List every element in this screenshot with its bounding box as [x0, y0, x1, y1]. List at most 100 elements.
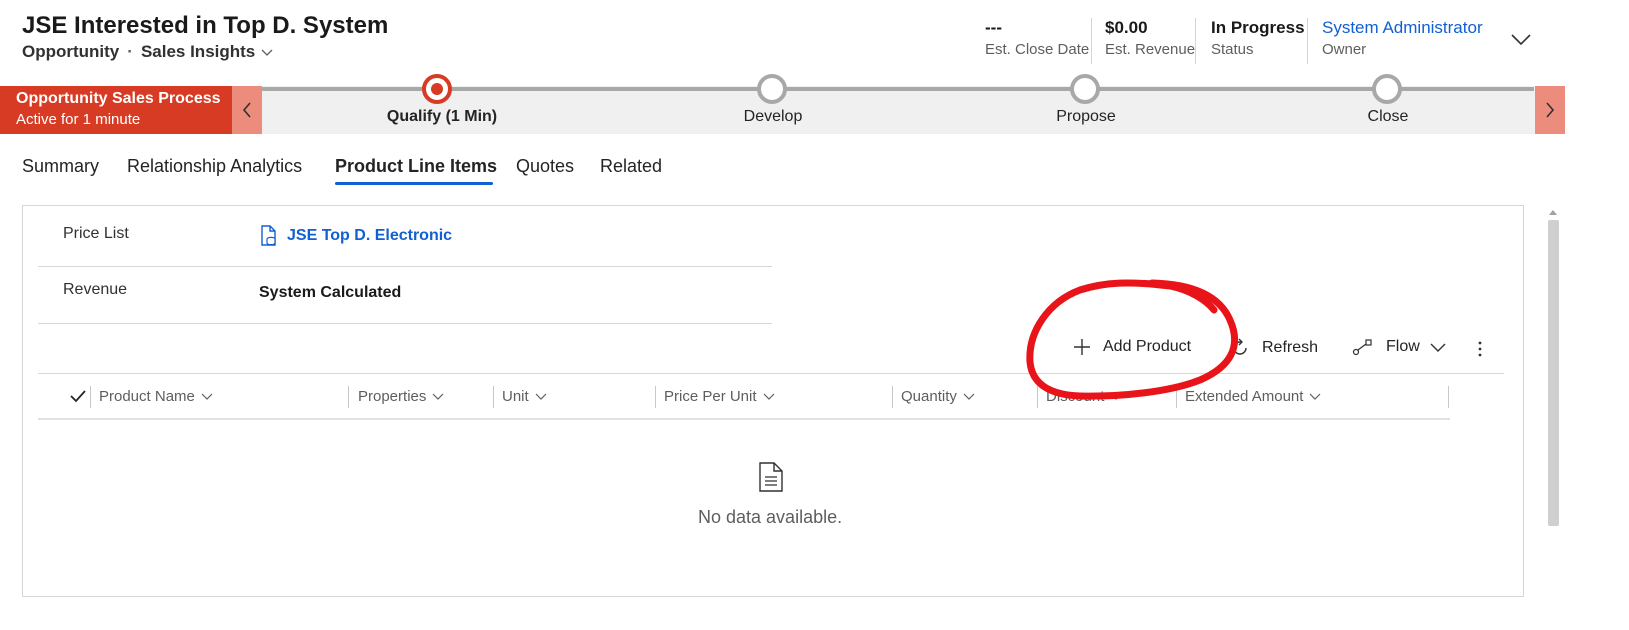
chevron-down-icon: [1309, 393, 1321, 400]
chevron-down-icon: [535, 393, 547, 400]
stage-qualify-label[interactable]: Qualify (1 Min): [387, 108, 497, 126]
bpf-progress-line: [262, 87, 1534, 91]
header-field-status: In Progress Status: [1211, 18, 1305, 58]
column-divider[interactable]: [493, 386, 494, 408]
price-list-lookup[interactable]: JSE Top D. Electronic: [259, 225, 452, 247]
column-header-extended-amount[interactable]: Extended Amount: [1185, 388, 1321, 405]
chevron-right-icon: [1546, 102, 1555, 118]
stage-propose-indicator[interactable]: [1070, 74, 1100, 104]
chevron-down-icon: [1110, 393, 1122, 400]
expand-header-chevron-icon[interactable]: [1510, 30, 1532, 48]
column-label: Quantity: [901, 388, 957, 405]
column-label: Product Name: [99, 388, 195, 405]
tab-related[interactable]: Related: [600, 156, 662, 177]
revenue-field-label: Revenue: [63, 281, 128, 298]
field-divider: [38, 323, 772, 324]
column-divider[interactable]: [892, 386, 893, 408]
bpf-process-flag[interactable]: Opportunity Sales Process Active for 1 m…: [0, 86, 232, 134]
column-label: Price Per Unit: [664, 388, 757, 405]
price-list-label: Price List: [63, 225, 129, 242]
column-label: Unit: [502, 388, 529, 405]
header-field-owner: System Administrator Owner: [1322, 18, 1483, 58]
record-subtitle: Opportunity · Sales Insights: [22, 42, 273, 62]
chevron-down-icon: [963, 393, 975, 400]
chevron-left-icon: [242, 102, 251, 118]
column-header-unit[interactable]: Unit: [502, 388, 547, 405]
column-divider[interactable]: [1037, 386, 1038, 408]
price-list-record-icon: [261, 225, 276, 246]
refresh-label: Refresh: [1262, 339, 1319, 356]
column-divider: [90, 386, 91, 408]
refresh-button[interactable]: Refresh: [1230, 338, 1318, 358]
header-field-close-date: --- Est. Close Date: [985, 18, 1089, 58]
subtitle-separator: ·: [127, 42, 133, 61]
chevron-down-icon[interactable]: [261, 46, 273, 58]
stage-qualify-indicator[interactable]: [422, 74, 452, 104]
column-label: Properties: [358, 388, 427, 405]
add-product-button[interactable]: Add Product: [1073, 338, 1191, 356]
owner-link[interactable]: System Administrator: [1322, 18, 1483, 38]
tab-quotes[interactable]: Quotes: [516, 156, 574, 177]
column-divider[interactable]: [1176, 386, 1177, 408]
column-label: Discount: [1046, 388, 1105, 405]
tab-relationship-analytics[interactable]: Relationship Analytics: [127, 156, 302, 177]
form-selector[interactable]: Sales Insights: [141, 42, 255, 62]
stage-develop-indicator[interactable]: [757, 74, 787, 104]
revenue-label: Est. Revenue: [1105, 41, 1196, 58]
status-value: In Progress: [1211, 18, 1305, 37]
column-label: Extended Amount: [1185, 388, 1304, 405]
refresh-icon: [1233, 338, 1247, 355]
scroll-up-arrow-icon[interactable]: [1548, 208, 1558, 216]
column-header-price-per-unit[interactable]: Price Per Unit: [664, 388, 775, 405]
stage-close-label[interactable]: Close: [1368, 108, 1409, 126]
flow-icon: [1352, 339, 1372, 356]
select-all-checkbox[interactable]: [70, 389, 86, 408]
stage-propose-label[interactable]: Propose: [1056, 108, 1116, 126]
flow-button[interactable]: Flow: [1352, 338, 1446, 356]
owner-label: Owner: [1322, 41, 1367, 58]
checkmark-icon: [70, 390, 86, 403]
column-header-quantity[interactable]: Quantity: [901, 388, 975, 405]
revenue-value: $0.00: [1105, 18, 1148, 37]
field-divider: [38, 266, 772, 267]
record-title: JSE Interested in Top D. System: [22, 12, 389, 39]
active-tab-indicator: [335, 182, 493, 185]
chevron-down-icon: [1430, 343, 1446, 352]
column-header-product-name[interactable]: Product Name: [99, 388, 213, 405]
header-divider: [1195, 18, 1196, 64]
empty-state-message: No data available.: [698, 507, 843, 527]
chevron-down-icon: [432, 393, 444, 400]
grid-header-border: [38, 418, 1450, 420]
price-list-value[interactable]: JSE Top D. Electronic: [287, 227, 452, 245]
bpf-process-name: Opportunity Sales Process: [16, 90, 221, 107]
close-date-label: Est. Close Date: [985, 41, 1090, 58]
flow-label: Flow: [1386, 338, 1420, 355]
header-divider: [1307, 18, 1308, 64]
bpf-active-time: Active for 1 minute: [16, 111, 141, 128]
bpf-prev-button[interactable]: [232, 86, 262, 134]
tab-summary[interactable]: Summary: [22, 156, 99, 177]
stage-close-indicator[interactable]: [1372, 74, 1402, 104]
column-divider[interactable]: [655, 386, 656, 408]
entity-name: Opportunity: [22, 42, 120, 61]
plus-icon: [1074, 339, 1090, 355]
column-header-discount[interactable]: Discount: [1046, 388, 1122, 405]
close-date-value: ---: [985, 18, 1002, 37]
add-product-label: Add Product: [1103, 338, 1192, 355]
header-field-revenue: $0.00 Est. Revenue: [1105, 18, 1195, 58]
chevron-down-icon: [763, 393, 774, 400]
stage-develop-label[interactable]: Develop: [744, 108, 803, 126]
grid-top-border: [38, 373, 1504, 374]
bpf-next-button[interactable]: [1535, 86, 1565, 134]
revenue-field-value[interactable]: System Calculated: [259, 284, 401, 302]
header-divider: [1091, 18, 1092, 64]
column-header-properties[interactable]: Properties: [358, 388, 444, 405]
column-divider[interactable]: [348, 386, 349, 408]
more-commands-button[interactable]: [1474, 340, 1486, 363]
more-vertical-icon: [1478, 341, 1482, 357]
vertical-scrollbar-thumb[interactable]: [1548, 220, 1559, 526]
chevron-down-icon: [201, 393, 213, 400]
status-label: Status: [1211, 41, 1254, 58]
tab-product-line-items[interactable]: Product Line Items: [335, 156, 497, 177]
document-icon: [759, 462, 783, 492]
